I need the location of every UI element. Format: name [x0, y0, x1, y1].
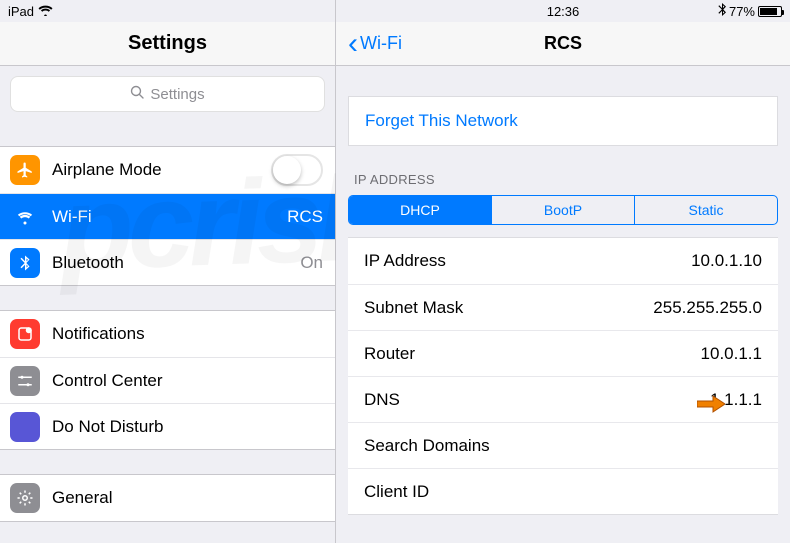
- search-placeholder: Settings: [150, 86, 204, 103]
- field-label: Search Domains: [364, 436, 762, 456]
- field-label: Client ID: [364, 482, 762, 502]
- moon-icon: [10, 412, 40, 442]
- sidebar-item-label: Airplane Mode: [52, 160, 271, 180]
- sidebar-item-label: Do Not Disturb: [52, 417, 323, 437]
- status-bar-right: 12:36 77%: [336, 0, 790, 22]
- field-label: IP Address: [364, 251, 691, 271]
- field-subnet-mask[interactable]: Subnet Mask255.255.255.0: [348, 284, 778, 330]
- airplane-switch[interactable]: [271, 154, 323, 186]
- field-value: 10.0.1.1: [701, 344, 762, 364]
- sidebar-item-label: Bluetooth: [52, 253, 300, 273]
- sidebar-item-notifications[interactable]: Notifications: [0, 311, 335, 357]
- settings-title: Settings: [0, 22, 335, 66]
- sidebar-item-dnd[interactable]: Do Not Disturb: [0, 403, 335, 449]
- settings-sidebar: iPad Settings Settings Airplane Mode Wi-F…: [0, 0, 336, 543]
- sidebar-item-value: On: [300, 253, 323, 273]
- bluetooth-icon: [10, 248, 40, 278]
- wifi-status-icon: [38, 4, 53, 19]
- sidebar-item-label: General: [52, 488, 323, 508]
- back-label: Wi-Fi: [360, 33, 402, 54]
- detail-panel: 12:36 77% ‹ Wi-Fi RCS Forget This Networ…: [336, 0, 790, 543]
- sidebar-item-label: Control Center: [52, 371, 323, 391]
- battery-icon: [758, 6, 782, 17]
- gear-icon: [10, 483, 40, 513]
- sidebar-item-value: RCS: [287, 207, 323, 227]
- sidebar-item-bluetooth[interactable]: BluetoothOn: [0, 239, 335, 285]
- field-search-domains[interactable]: Search Domains: [348, 422, 778, 468]
- search-input[interactable]: Settings: [10, 76, 325, 112]
- segment-static[interactable]: Static: [634, 196, 777, 224]
- ip-fields: IP Address10.0.1.10Subnet Mask255.255.25…: [348, 237, 778, 515]
- field-value: 255.255.255.0: [653, 298, 762, 318]
- page-title: RCS: [336, 33, 790, 54]
- wifi-icon: [10, 202, 40, 232]
- search-icon: [130, 85, 144, 103]
- ip-section-label: IP ADDRESS: [354, 172, 772, 187]
- forget-network-button[interactable]: Forget This Network: [348, 96, 778, 146]
- field-label: DNS: [364, 390, 710, 410]
- device-name: iPad: [8, 4, 34, 19]
- field-ip-address[interactable]: IP Address10.0.1.10: [348, 238, 778, 284]
- field-router[interactable]: Router10.0.1.1: [348, 330, 778, 376]
- field-client-id[interactable]: Client ID: [348, 468, 778, 514]
- sidebar-item-label: Notifications: [52, 324, 323, 344]
- back-button[interactable]: ‹ Wi-Fi: [348, 33, 402, 54]
- airplane-icon: [10, 155, 40, 185]
- nav-bar: ‹ Wi-Fi RCS: [336, 22, 790, 66]
- segment-dhcp[interactable]: DHCP: [349, 196, 491, 224]
- status-time: 12:36: [336, 4, 790, 19]
- highlight-arrow-icon: [697, 395, 725, 413]
- sidebar-item-airplane[interactable]: Airplane Mode: [0, 147, 335, 193]
- ip-mode-segmented[interactable]: DHCPBootPStatic: [348, 195, 778, 225]
- notifications-icon: [10, 319, 40, 349]
- field-value: 10.0.1.10: [691, 251, 762, 271]
- sidebar-item-general[interactable]: General: [0, 475, 335, 521]
- sidebar-item-controlcenter[interactable]: Control Center: [0, 357, 335, 403]
- controlcenter-icon: [10, 366, 40, 396]
- status-bar-left: iPad: [0, 0, 335, 22]
- segment-bootp[interactable]: BootP: [491, 196, 634, 224]
- field-label: Router: [364, 344, 701, 364]
- sidebar-item-wifi[interactable]: Wi-FiRCS: [0, 193, 335, 239]
- field-label: Subnet Mask: [364, 298, 653, 318]
- sidebar-item-label: Wi-Fi: [52, 207, 287, 227]
